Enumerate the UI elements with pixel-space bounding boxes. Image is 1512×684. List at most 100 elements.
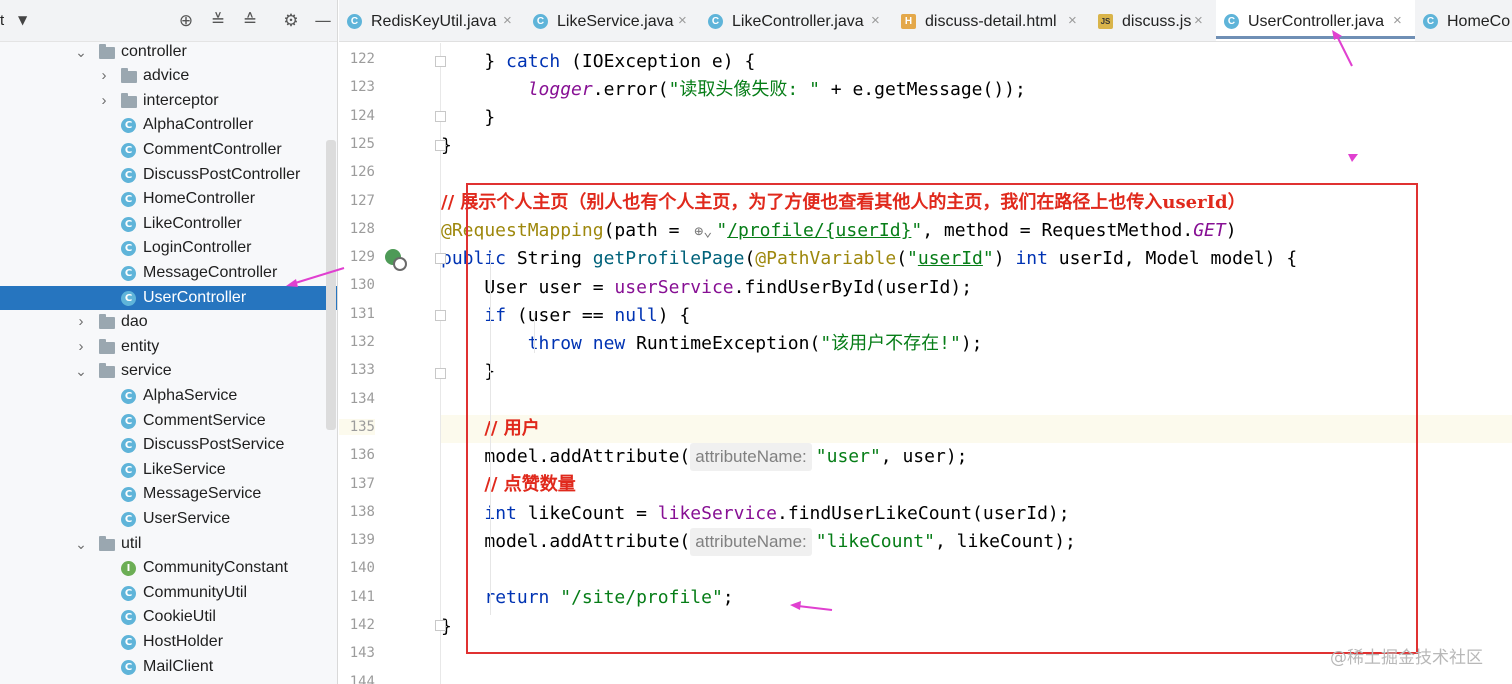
tree-item-label: CookieUtil [143,608,216,626]
folder-icon [99,363,115,379]
close-tab-icon[interactable]: × [503,12,512,29]
fold-marker-icon[interactable] [435,368,446,379]
indent-guide [534,313,535,353]
tree-item-interceptor[interactable]: › interceptor [0,89,337,114]
fold-marker-icon[interactable] [435,140,446,151]
tree-item-usercontroller[interactable]: C UserController [0,285,337,311]
tree-item-label: controller [121,42,187,60]
class-icon: C [121,413,136,429]
tree-item-communityconstant[interactable]: I CommunityConstant [0,556,337,581]
tree-item-label: CommentService [143,411,266,429]
code-editor[interactable]: } catch (IOException e) { logger.error("… [441,43,1512,684]
class-icon: C [121,167,136,183]
editor-tab[interactable]: C LikeController.java × [700,0,893,41]
editor-tab[interactable]: C HomeCo [1415,0,1512,41]
class-icon: C [121,487,136,503]
close-tab-icon[interactable]: × [871,12,880,29]
fold-marker-icon[interactable] [435,620,446,631]
line-number: 136 [349,447,375,464]
chevron-right-icon[interactable]: › [97,89,111,114]
tree-item-messageservice[interactable]: C MessageService [0,482,337,507]
panel-dropdown-icon[interactable]: ▼ [18,13,27,27]
tree-item-commentservice[interactable]: C CommentService [0,409,337,434]
line-number: 141 [349,588,375,605]
close-tab-icon[interactable]: × [1068,12,1077,29]
tab-label: discuss-detail.html [925,13,1057,30]
tree-item-dao[interactable]: › dao [0,310,337,335]
tree-item-logincontroller[interactable]: C LoginController [0,236,337,261]
gear-icon[interactable]: ⚙ [279,9,303,33]
class-icon: C [121,118,136,134]
tree-item-discusspostcontroller[interactable]: C DiscussPostController [0,163,337,188]
tree-item-label: DiscussPostController [143,165,301,183]
code-line-142: } [441,616,452,637]
tree-item-userservice[interactable]: C UserService [0,507,337,532]
line-number: 140 [349,560,375,577]
code-line-141: return "/site/profile"; [484,587,734,608]
editor-tab[interactable]: Hdiscuss-detail.html × [893,0,1090,41]
tree-item-alphaservice[interactable]: C AlphaService [0,384,337,409]
line-number: 137 [349,475,375,492]
tree-item-discusspostservice[interactable]: C DiscussPostService [0,433,337,458]
tree-item-messagecontroller[interactable]: C MessageController [0,261,337,286]
editor-tab[interactable]: JS discuss.js × [1090,0,1216,41]
collapse-all-icon[interactable]: ≙ [238,9,262,33]
tree-item-cookieutil[interactable]: C CookieUtil [0,605,337,630]
close-tab-icon[interactable]: × [1393,12,1402,29]
chevron-right-icon[interactable]: › [74,310,88,335]
crosshair-icon[interactable]: ⊕ [174,9,198,33]
tab-label: LikeController.java [732,13,864,30]
close-tab-icon[interactable]: × [1194,12,1203,29]
line-number: 126 [349,164,375,181]
class-icon: C [121,610,136,626]
tree-item-likecontroller[interactable]: C LikeController [0,212,337,237]
tree-item-label: entity [121,337,160,355]
chevron-down-icon[interactable]: ⌄ [74,532,88,557]
tree-item-label: CommunityUtil [143,583,248,601]
tree-item-label: LikeController [143,214,242,232]
tree-item-controller[interactable]: ⌄ controller [0,40,337,65]
tree-item-mailclient[interactable]: C MailClient [0,655,337,680]
project-panel-header: t ▼ ⊕ ≚ ≙ ⚙ — [0,0,337,42]
expand-all-icon[interactable]: ≚ [206,9,230,33]
tab-label: LikeService.java [557,13,674,30]
fold-marker-icon[interactable] [435,310,446,321]
chevron-down-icon[interactable]: ⌄ [74,40,88,65]
folder-icon [99,43,115,59]
spring-endpoint-icon[interactable] [385,249,407,271]
chevron-right-icon[interactable]: › [74,335,88,360]
tree-item-hostholder[interactable]: C HostHolder [0,630,337,655]
tree-item-likeservice[interactable]: C LikeService [0,458,337,483]
close-tab-icon[interactable]: × [678,12,687,29]
code-line-131: if (user == null) { [484,305,691,326]
tab-label: UserController.java [1248,13,1385,30]
folder-icon [99,535,115,551]
editor-tab[interactable]: C UserController.java × [1216,0,1415,41]
code-line-136: model.addAttribute(attributeName: "user",… [441,443,1512,471]
fold-marker-icon[interactable] [435,253,446,264]
tree-item-entity[interactable]: › entity [0,335,337,360]
line-number: 139 [349,532,375,549]
editor-tab[interactable]: C RedisKeyUtil.java × [339,0,525,41]
tree-item-homecontroller[interactable]: C HomeController [0,187,337,212]
line-number: 129 [349,249,375,266]
parameter-hint: attributeName: [690,528,812,556]
chevron-right-icon[interactable]: › [97,64,111,89]
tree-item-service[interactable]: ⌄ service [0,359,337,384]
editor-tab[interactable]: C LikeService.java × [525,0,700,41]
globe-icon[interactable]: ⊕⌄ [694,217,712,245]
minimize-icon[interactable]: — [311,9,335,33]
tree-item-commentcontroller[interactable]: C CommentController [0,138,337,163]
chevron-down-icon[interactable]: ⌄ [74,359,88,384]
code-line-123: logger.error("读取头像失败: " + e.getMessage()… [527,79,1026,100]
tree-item-label: MailClient [143,657,214,675]
tree-item-alphacontroller[interactable]: C AlphaController [0,113,337,138]
tree-item-advice[interactable]: › advice [0,64,337,89]
fold-marker-icon[interactable] [435,111,446,122]
project-panel-title[interactable]: t [0,12,4,29]
fold-marker-icon[interactable] [435,56,446,67]
sidebar-scrollbar[interactable] [326,140,336,430]
tree-item-communityutil[interactable]: C CommunityUtil [0,581,337,606]
tree-item-util[interactable]: ⌄ util [0,532,337,557]
interface-icon: I [121,561,136,577]
